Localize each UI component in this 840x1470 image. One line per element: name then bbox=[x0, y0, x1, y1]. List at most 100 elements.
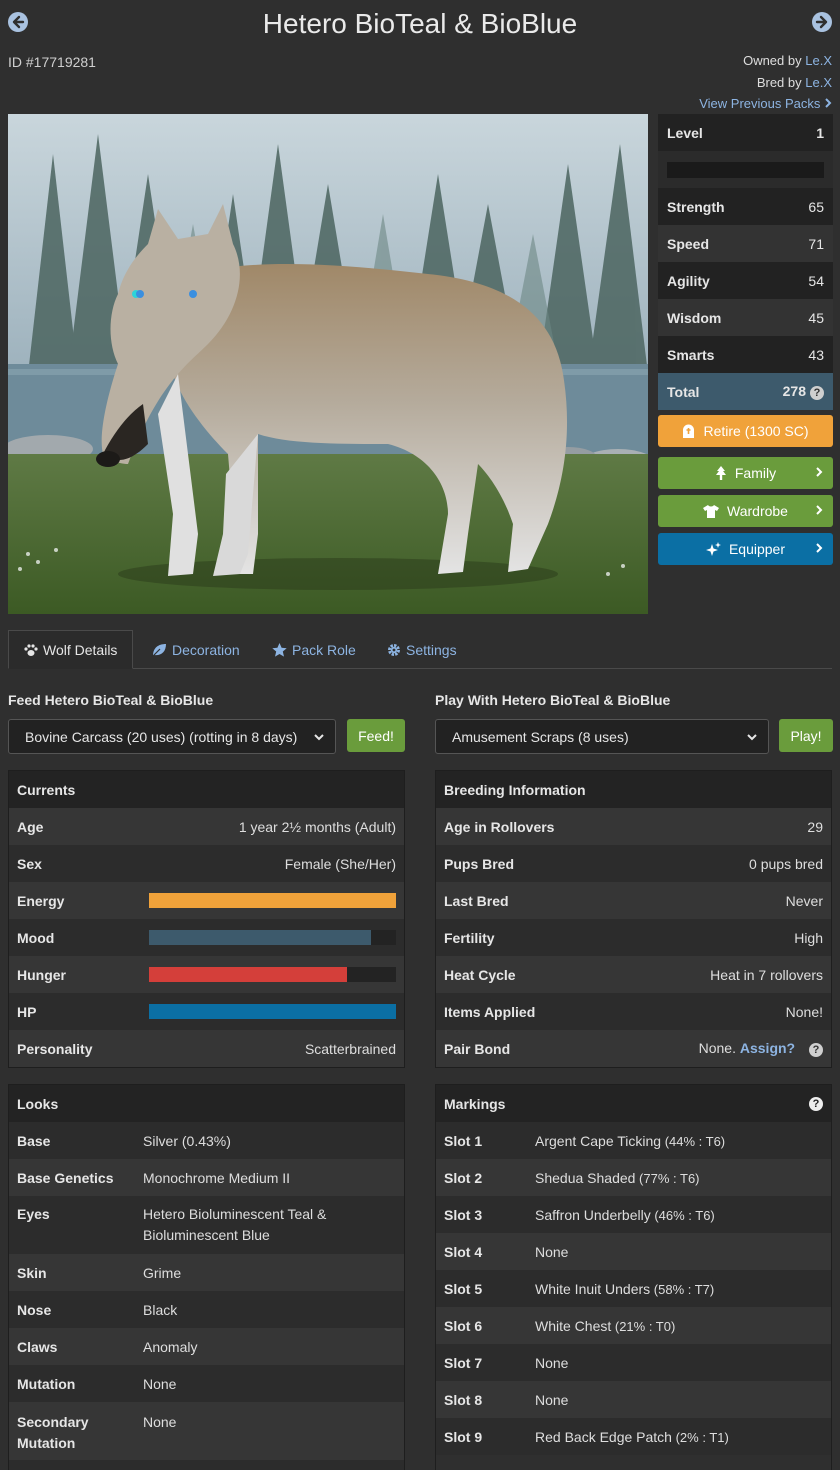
marking-slot-row: Slot 3 Saffron Underbelly (46% : T6) bbox=[436, 1196, 831, 1233]
row-label: Items Applied bbox=[444, 1003, 536, 1020]
marking-name: None bbox=[535, 1243, 569, 1260]
gear-icon bbox=[388, 643, 400, 656]
row-label: Energy bbox=[17, 892, 65, 909]
breeding-title-text: Breeding Information bbox=[444, 781, 586, 798]
owned-by: Owned by Le.X bbox=[743, 53, 832, 68]
looks-row: Nose Black bbox=[9, 1291, 404, 1328]
row-value: None bbox=[143, 1414, 177, 1430]
slot-label: Slot 9 bbox=[444, 1428, 483, 1445]
family-button[interactable]: Family bbox=[658, 457, 833, 489]
hunger-bar-fill bbox=[149, 967, 347, 982]
slot-label: Slot 2 bbox=[444, 1169, 483, 1186]
stat-value: 71 bbox=[808, 235, 824, 252]
breeding-row: Pups Bred 0 pups bred bbox=[436, 845, 831, 882]
help-icon[interactable]: ? bbox=[809, 1042, 823, 1057]
row-label: Claws bbox=[17, 1338, 58, 1355]
row-value: Female (She/Her) bbox=[284, 855, 396, 872]
mood-bar-fill bbox=[149, 930, 372, 945]
assign-pair-bond-link[interactable]: Assign? bbox=[740, 1040, 795, 1056]
hp-bar-fill bbox=[149, 1004, 396, 1019]
breeding-title: Breeding Information bbox=[436, 771, 831, 808]
chevron-down-icon bbox=[314, 734, 324, 741]
retire-button[interactable]: Retire (1300 SC) bbox=[658, 415, 833, 447]
play-label: Play With Hetero BioTeal & BioBlue bbox=[435, 692, 671, 708]
looks-title: Looks bbox=[9, 1085, 404, 1122]
row-label: Fertility bbox=[444, 929, 495, 946]
wardrobe-label: Wardrobe bbox=[727, 503, 788, 519]
looks-row: Eyes Hetero Bioluminescent Teal & Biolum… bbox=[9, 1196, 404, 1254]
help-icon[interactable]: ? bbox=[809, 1096, 823, 1111]
equipper-label: Equipper bbox=[728, 541, 786, 557]
row-label: Pups Bred bbox=[444, 855, 515, 872]
marking-detail: (2% : T1) bbox=[671, 1429, 729, 1445]
breeder-link[interactable]: Le.X bbox=[805, 75, 832, 90]
tab-decoration[interactable]: Decoration bbox=[151, 630, 240, 669]
owner-link[interactable]: Le.X bbox=[805, 53, 832, 68]
bred-by-label: Bred by bbox=[756, 75, 802, 90]
marking-slot-row: Slot 7 None bbox=[436, 1344, 831, 1381]
chevron-right-icon bbox=[816, 467, 823, 477]
tab-label: Settings bbox=[406, 641, 457, 658]
row-value: Silver (0.43%) bbox=[143, 1132, 231, 1149]
play-button[interactable]: Play! bbox=[779, 719, 833, 752]
row-value: Heat in 7 rollovers bbox=[710, 966, 823, 983]
stat-row-wisdom: Wisdom 45 bbox=[658, 299, 833, 336]
tab-bar: Wolf Details Decoration Pack Role Settin… bbox=[8, 630, 832, 669]
chevron-right-icon bbox=[816, 505, 823, 515]
row-value: Black bbox=[143, 1301, 178, 1318]
row-label: Age in Rollovers bbox=[444, 818, 555, 835]
tab-pack-role[interactable]: Pack Role bbox=[272, 630, 356, 669]
level-row: Level 1 bbox=[658, 114, 833, 151]
stat-label: Speed bbox=[667, 235, 710, 252]
marking-slot-row: Slot 4 None bbox=[436, 1233, 831, 1270]
play-item-select[interactable]: Amusement Scraps (8 uses) bbox=[435, 719, 769, 754]
equipper-button[interactable]: Equipper bbox=[658, 533, 833, 565]
leaf-icon bbox=[151, 643, 166, 657]
wardrobe-button[interactable]: Wardrobe bbox=[658, 495, 833, 527]
feed-button[interactable]: Feed! bbox=[347, 719, 405, 752]
marking-detail: (21% : T0) bbox=[611, 1318, 676, 1334]
tab-wolf-details[interactable]: Wolf Details bbox=[8, 630, 134, 669]
row-label: Skin bbox=[17, 1264, 47, 1281]
slot-label: Slot 3 bbox=[444, 1206, 483, 1223]
stat-value: 54 bbox=[808, 272, 824, 289]
slot-value: Red Back Edge Patch (2% : T1) bbox=[535, 1429, 729, 1445]
row-label: Base bbox=[17, 1132, 51, 1149]
row-value: Never bbox=[785, 892, 823, 909]
row-label: HP bbox=[17, 1003, 37, 1020]
breeding-panel: Breeding Information Age in Rollovers 29… bbox=[435, 770, 832, 1068]
currents-energy-row: Energy bbox=[9, 882, 404, 919]
marking-name: White Inuit Unders bbox=[535, 1280, 651, 1297]
feed-label: Feed Hetero BioTeal & BioBlue bbox=[8, 692, 214, 708]
looks-row: Secondary Mutation None bbox=[9, 1402, 404, 1460]
marking-slot-row: Slot 9 Red Back Edge Patch (2% : T1) bbox=[436, 1418, 831, 1455]
row-value: Anomaly bbox=[143, 1338, 198, 1355]
looks-title-text: Looks bbox=[17, 1095, 59, 1112]
tab-settings[interactable]: Settings bbox=[387, 630, 457, 669]
help-icon[interactable]: ? bbox=[810, 385, 824, 400]
pair-bond-value-wrap: None. Assign? ? bbox=[698, 1040, 823, 1057]
hunger-bar bbox=[149, 967, 396, 982]
stat-label: Smarts bbox=[667, 346, 715, 363]
feed-item-select[interactable]: Bovine Carcass (20 uses) (rotting in 8 d… bbox=[8, 719, 336, 754]
total-value-wrap: 278? bbox=[783, 383, 824, 400]
secondary-label-line: Secondary bbox=[17, 1414, 89, 1430]
looks-row: Base Genetics Monochrome Medium II bbox=[9, 1159, 404, 1196]
marking-name: Shedua Shaded bbox=[535, 1169, 636, 1186]
level-progress-track bbox=[667, 161, 824, 178]
breeding-row: Fertility High bbox=[436, 919, 831, 956]
stat-label: Agility bbox=[667, 272, 710, 289]
eyes-value-line: Bioluminescent Blue bbox=[143, 1227, 270, 1243]
marking-name: Argent Cape Ticking bbox=[535, 1132, 662, 1149]
looks-panel: Looks Base Silver (0.43%) Base Genetics … bbox=[8, 1084, 405, 1470]
pair-bond-value: None. bbox=[698, 1040, 736, 1057]
row-label: Age bbox=[17, 818, 44, 835]
slot-label: Slot 8 bbox=[444, 1391, 483, 1408]
marking-name: Red Back Edge Patch bbox=[535, 1428, 672, 1445]
view-previous-packs-link[interactable]: View Previous Packs bbox=[699, 96, 832, 111]
row-value: None bbox=[143, 1375, 177, 1392]
currents-sex-row: Sex Female (She/Her) bbox=[9, 845, 404, 882]
row-value: Hetero Bioluminescent Teal & Bioluminesc… bbox=[143, 1204, 326, 1246]
row-label: Sex bbox=[17, 855, 42, 872]
level-value: 1 bbox=[816, 124, 824, 141]
